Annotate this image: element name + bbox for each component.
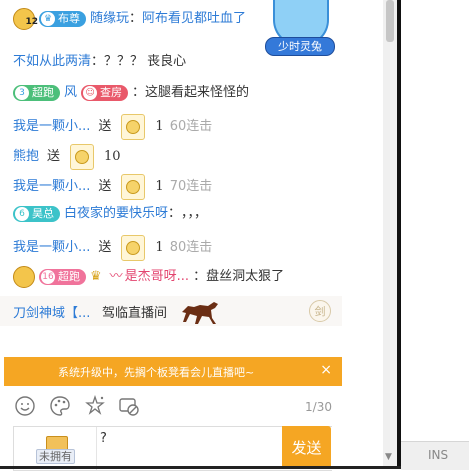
gift-combo: 80连击: [169, 240, 213, 255]
gift-message: 我是一颗小... 送 1 70连击: [13, 174, 212, 200]
username[interactable]: 熊抱: [13, 148, 39, 166]
chat-message: 16 超跑 ♛ 〰 是杰哥呀... ： 盘丝洞太狠了: [13, 266, 284, 288]
message-text: 阿布看见都吐血了: [142, 11, 247, 26]
gift-combo: 60连击: [169, 119, 213, 134]
send-button[interactable]: 发送: [282, 426, 331, 469]
gift-message: 我是一颗小... 送 1 60连击: [13, 114, 212, 140]
gift-bag[interactable]: 未拥有: [14, 427, 97, 470]
system-notice: 系统升级中，先搁个板凳看会儿直播吧~ ×: [4, 357, 342, 386]
fan-badge[interactable]: 3 超跑: [13, 85, 60, 101]
scrollbar-thumb[interactable]: [386, 0, 394, 42]
username[interactable]: 不如从此两清: [13, 53, 91, 71]
sword-badge-icon: 剑: [309, 300, 331, 322]
gift-message: 我是一颗小... 送 1 80连击: [13, 235, 212, 261]
chat-message: 6 昊总 白夜家的要快乐呀 ： ，，，: [13, 205, 207, 223]
gift-action: 送: [47, 149, 61, 164]
close-icon[interactable]: ×: [320, 362, 332, 378]
window-border: [397, 0, 401, 469]
bag-status: 未拥有: [36, 449, 75, 464]
separator: ：: [91, 54, 105, 69]
separator: ：: [129, 11, 143, 26]
gift-message: 熊抱 送 10: [13, 144, 127, 170]
broadcast-text: 驾临直播间: [102, 306, 168, 321]
broadcast-username[interactable]: 刀剑神域【...: [13, 302, 90, 321]
username[interactable]: 风: [64, 84, 77, 102]
horse-icon: [182, 302, 218, 324]
gift-combo: 70连击: [169, 179, 213, 194]
message-text: ，，，: [181, 206, 208, 221]
separator: ：: [168, 206, 182, 221]
gift-icon: [121, 114, 146, 140]
entrance-broadcast: 刀剑神域【... 驾临直播间: [0, 296, 342, 326]
notice-text: 系统升级中，先搁个板凳看会儿直播吧~: [58, 366, 255, 379]
role-badge: ☺ 查房: [81, 85, 129, 101]
gift-count: 1: [155, 240, 164, 255]
guardian-label: 少时灵兔: [265, 37, 335, 56]
char-counter: 1/30: [305, 400, 332, 414]
crown-icon: ♛: [90, 269, 102, 284]
scroll-down-icon[interactable]: ▼: [385, 452, 392, 462]
color-palette-icon[interactable]: [49, 395, 71, 417]
guardian-card[interactable]: 少时灵兔: [265, 0, 335, 56]
scrollbar-track[interactable]: [383, 0, 397, 469]
username[interactable]: 是杰哥呀...: [125, 268, 189, 286]
username[interactable]: 我是一颗小...: [13, 178, 90, 196]
username[interactable]: 我是一颗小...: [13, 239, 90, 257]
separator: ：: [193, 269, 207, 284]
message-text: 盘丝洞太狠了: [206, 269, 285, 284]
gift-action: 送: [98, 119, 112, 134]
user-avatar-icon: [13, 266, 35, 288]
chat-input[interactable]: ?: [100, 430, 280, 466]
user-avatar-icon: 12: [13, 8, 38, 30]
gift-count: 10: [104, 149, 121, 164]
no-barrage-icon[interactable]: [118, 395, 140, 417]
gift-count: 1: [155, 119, 164, 134]
fan-badge[interactable]: ♛ 布尊: [39, 11, 86, 27]
effects-icon[interactable]: [84, 395, 106, 417]
username[interactable]: 白夜家的要快乐呀: [64, 205, 168, 223]
emoji-icon[interactable]: [14, 395, 36, 417]
chat-area: 少时灵兔 12 ♛ 布尊 随缘玩 ： 阿布看见都吐血了 不如从此两清 ： ？？？ …: [0, 0, 342, 356]
gift-action: 送: [98, 179, 112, 194]
separator: ：: [132, 85, 146, 100]
gift-icon: [121, 174, 146, 200]
username[interactable]: 我是一颗小...: [13, 118, 90, 136]
wing-icon: 〰: [109, 269, 123, 284]
gift-count: 1: [155, 179, 164, 194]
chat-toolbar: 1/30: [0, 390, 342, 424]
gift-icon: [70, 144, 95, 170]
chat-message: 不如从此两清 ： ？？？ 丧良心: [13, 53, 186, 71]
username[interactable]: 随缘玩: [90, 10, 129, 28]
gift-action: 送: [98, 240, 112, 255]
chat-message: 3 超跑 风 ☺ 查房 ： 这腿看起来怪怪的: [13, 84, 249, 102]
message-text: 这腿看起来怪怪的: [145, 85, 250, 100]
fan-badge[interactable]: 16 超跑: [39, 269, 86, 285]
chat-message: 12 ♛ 布尊 随缘玩 ： 阿布看见都吐血了: [13, 8, 246, 30]
insert-mode-indicator: INS: [428, 448, 449, 462]
message-text: ？？？ 丧良心: [104, 54, 187, 69]
gift-icon: [121, 235, 146, 261]
fan-badge[interactable]: 6 昊总: [13, 206, 60, 222]
